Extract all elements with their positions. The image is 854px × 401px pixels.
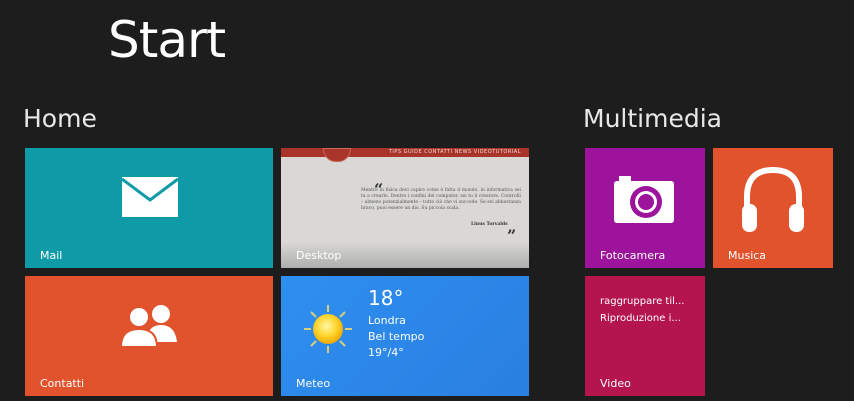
group-title-multimedia[interactable]: Multimedia	[583, 104, 722, 134]
headphones-icon	[740, 164, 806, 240]
meteo-temperature: 18°	[368, 286, 404, 310]
tile-video[interactable]: raggruppare til... Riproduzione i... Vid…	[585, 276, 705, 396]
video-notification-line1: raggruppare til...	[600, 296, 685, 307]
desktop-wallpaper-logo	[323, 148, 351, 162]
tile-label-meteo: Meteo	[296, 377, 331, 390]
group-title-home[interactable]: Home	[23, 104, 97, 134]
envelope-icon	[121, 176, 179, 222]
people-icon	[117, 302, 181, 352]
video-notification-line2: Riproduzione i...	[600, 313, 681, 324]
meteo-condition: Bel tempo	[368, 330, 425, 343]
tile-label-musica: Musica	[728, 249, 767, 262]
tile-label-contatti: Contatti	[40, 377, 85, 390]
meteo-range: 19°/4°	[368, 346, 404, 359]
desktop-wallpaper-author: Linus Torvalds	[471, 222, 508, 227]
tile-label-mail: Mail	[40, 249, 63, 262]
camera-icon	[613, 174, 675, 228]
tile-label-video: Video	[600, 377, 631, 390]
meteo-city: Londra	[368, 314, 406, 327]
page-title: Start	[108, 11, 226, 69]
tile-desktop[interactable]: TIPS GUIDE CONTATTI NEWS VIDEOTUTORIAL “…	[281, 148, 529, 268]
sun-icon	[303, 304, 353, 358]
desktop-wallpaper-quote: Mentre in fisica devi capire come è fatt…	[361, 188, 521, 211]
tile-label-fotocamera: Fotocamera	[600, 249, 666, 262]
desktop-wallpaper-header: TIPS GUIDE CONTATTI NEWS VIDEOTUTORIAL	[281, 148, 529, 157]
tile-label-desktop: Desktop	[296, 249, 342, 262]
start-screen: Start Home Multimedia Mail TIPS GUIDE CO…	[0, 0, 854, 401]
tile-meteo[interactable]: 18° Londra Bel tempo 19°/4° Meteo	[281, 276, 529, 396]
tile-contatti[interactable]: Contatti	[25, 276, 273, 396]
tile-fotocamera[interactable]: Fotocamera	[585, 148, 705, 268]
desktop-wallpaper-nav: TIPS GUIDE CONTATTI NEWS VIDEOTUTORIAL	[388, 149, 521, 155]
tile-mail[interactable]: Mail	[25, 148, 273, 268]
tile-musica[interactable]: Musica	[713, 148, 833, 268]
